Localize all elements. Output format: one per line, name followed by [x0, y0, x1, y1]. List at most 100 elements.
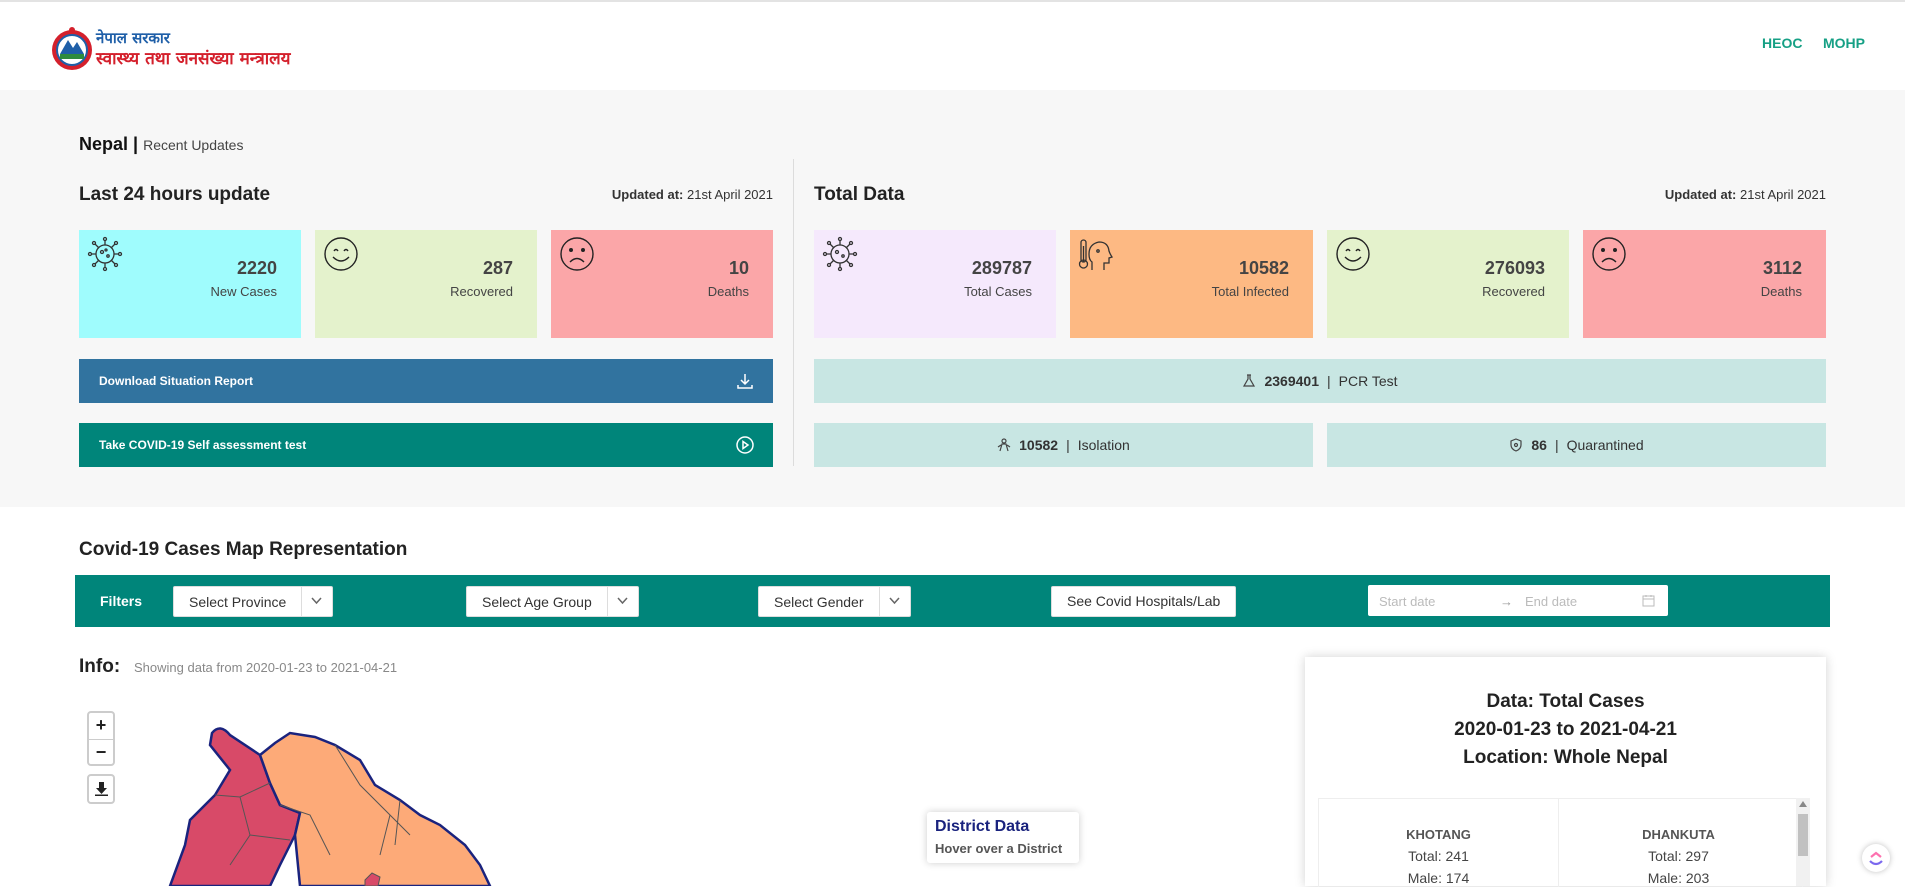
district-male: Male: 174 — [1407, 870, 1470, 886]
info-title: Info: — [79, 656, 121, 677]
pcr-label: PCR Test — [1338, 373, 1398, 389]
arrow-right-icon: → — [1500, 594, 1513, 609]
card-total-cases: 289787 Total Cases — [814, 230, 1056, 338]
total-cases-value: 289787 — [971, 258, 1032, 278]
district-male: Male: 203 — [1647, 870, 1710, 886]
nepal-district-map[interactable] — [160, 725, 590, 886]
gender-select[interactable]: Select Gender — [758, 586, 911, 617]
smile-icon — [324, 237, 358, 271]
card-total-recovered: 276093 Recovered — [1327, 230, 1569, 338]
download-report-label: Download Situation Report — [99, 374, 253, 388]
end-date-input[interactable]: End date — [1525, 594, 1577, 609]
fever-icon — [1078, 239, 1114, 270]
district-total: Total: 297 — [1648, 848, 1709, 864]
new-cases-value: 2220 — [236, 258, 277, 278]
start-date-input[interactable]: Start date — [1379, 594, 1435, 609]
filters-label: Filters — [100, 593, 143, 609]
quarantined-separator: | — [1554, 437, 1559, 453]
scrollbar-thumb[interactable] — [1798, 814, 1808, 856]
card-deaths-24h: 10 Deaths — [551, 230, 773, 338]
data-summary-panel: Data: Total Cases 2020-01-23 to 2021-04-… — [1305, 657, 1826, 887]
smile-icon — [1336, 237, 1370, 271]
sad-icon — [560, 237, 594, 271]
isolation-separator: | — [1066, 437, 1070, 453]
chevron-down-icon — [607, 587, 638, 616]
updated-label: Updated at: — [611, 187, 684, 202]
pcr-separator: | — [1327, 373, 1331, 389]
shield-icon — [1510, 438, 1522, 452]
last24-title: Last 24 hours update — [79, 184, 271, 205]
panel-scrollbar[interactable] — [1796, 798, 1810, 886]
isolation-value: 10582 — [1019, 437, 1059, 453]
date-range-picker[interactable]: Start date → End date — [1368, 585, 1668, 616]
chevron-down-icon — [879, 587, 910, 616]
district-name: DHANKUTA — [1642, 827, 1715, 842]
deaths-24h-value: 10 — [728, 258, 749, 278]
total-title: Total Data — [814, 184, 905, 205]
district-card: DHANKUTA Total: 297 Male: 203 — [1559, 799, 1798, 887]
site-header: नेपाल सरकार स्वास्थ्य तथा जनसंख्या मन्त्… — [0, 2, 1905, 90]
map-section-title: Covid-19 Cases Map Representation — [79, 539, 408, 560]
logo-text-ministry: स्वास्थ्य तथा जनसंख्या मन्त्रालय — [96, 49, 291, 69]
virus-icon — [822, 236, 858, 272]
filters-bar: Filters Select Province Select Age Group… — [75, 575, 1830, 627]
download-icon — [737, 374, 753, 389]
section-divider — [793, 159, 794, 466]
total-deaths-value: 3112 — [1762, 258, 1802, 278]
map-download-button[interactable] — [87, 774, 115, 804]
play-circle-icon — [736, 436, 754, 454]
district-grid: KHOTANG Total: 241 Male: 174 DHANKUTA To… — [1318, 798, 1803, 887]
gender-select-value: Select Gender — [774, 594, 864, 610]
self-assessment-button[interactable]: Take COVID-19 Self assessment test — [79, 423, 773, 467]
total-updated: Updated at: 21st April 2021 — [1665, 187, 1826, 202]
nepal-emblem-logo[interactable] — [46, 24, 98, 72]
updated-value: 21st April 2021 — [1739, 187, 1826, 202]
page-breadcrumb: Nepal | Recent Updates — [79, 134, 243, 155]
panel-location: Location: Whole Nepal — [1463, 747, 1668, 768]
updated-label: Updated at: — [1664, 187, 1737, 202]
total-infected-value: 10582 — [1238, 258, 1289, 278]
nav-heoc-link[interactable]: HEOC — [1762, 35, 1802, 51]
card-recovered-24h: 287 Recovered — [315, 230, 537, 338]
last24-updated: Updated at: 21st April 2021 — [612, 187, 773, 202]
district-total: Total: 241 — [1408, 848, 1469, 864]
province-select-value: Select Province — [189, 594, 287, 610]
breadcrumb-country: Nepal | — [79, 134, 139, 154]
panel-data-type: Data: Total Cases — [1486, 691, 1645, 712]
pcr-test-bar: 2369401 | PCR Test — [814, 359, 1826, 403]
new-cases-label: New Cases — [210, 284, 277, 299]
card-total-deaths: 3112 Deaths — [1583, 230, 1826, 338]
district-data-tooltip: District Data Hover over a District — [927, 812, 1079, 863]
total-infected-label: Total Infected — [1211, 284, 1289, 299]
virus-icon — [87, 236, 123, 272]
updated-value: 21st April 2021 — [686, 187, 773, 202]
zoom-in-button[interactable]: + — [89, 713, 113, 739]
district-name: KHOTANG — [1406, 827, 1471, 842]
scroll-up-icon[interactable] — [1799, 801, 1807, 807]
breadcrumb-sub: Recent Updates — [143, 137, 244, 153]
download-report-button[interactable]: Download Situation Report — [79, 359, 773, 403]
deaths-24h-label: Deaths — [707, 284, 749, 299]
floating-widget-button[interactable] — [1862, 844, 1890, 872]
pcr-value: 2369401 — [1264, 373, 1319, 389]
nav-mohp-link[interactable]: MOHP — [1823, 35, 1865, 51]
isolation-bar: 10582 | Isolation — [814, 423, 1313, 467]
isolation-person-icon — [997, 438, 1011, 452]
clickup-logo-icon — [1869, 851, 1883, 866]
calendar-icon — [1642, 595, 1655, 607]
chevron-down-icon — [301, 587, 332, 616]
district-card: KHOTANG Total: 241 Male: 174 — [1319, 799, 1559, 887]
card-total-infected: 10582 Total Infected — [1070, 230, 1313, 338]
province-select[interactable]: Select Province — [173, 586, 333, 617]
age-group-select[interactable]: Select Age Group — [466, 586, 639, 617]
zoom-out-button[interactable]: − — [89, 740, 113, 766]
recovered-24h-label: Recovered — [450, 284, 513, 299]
self-assessment-label: Take COVID-19 Self assessment test — [99, 438, 307, 452]
covid-hospitals-button[interactable]: See Covid Hospitals/Lab — [1051, 586, 1237, 617]
isolation-label: Isolation — [1077, 437, 1130, 453]
quarantined-bar: 86 | Quarantined — [1327, 423, 1826, 467]
info-date-range: Showing data from 2020-01-23 to 2021-04-… — [134, 660, 398, 675]
age-group-select-value: Select Age Group — [482, 594, 592, 610]
logo-text-gov: नेपाल सरकार — [96, 29, 170, 47]
district-data-hint: Hover over a District — [935, 841, 1063, 856]
